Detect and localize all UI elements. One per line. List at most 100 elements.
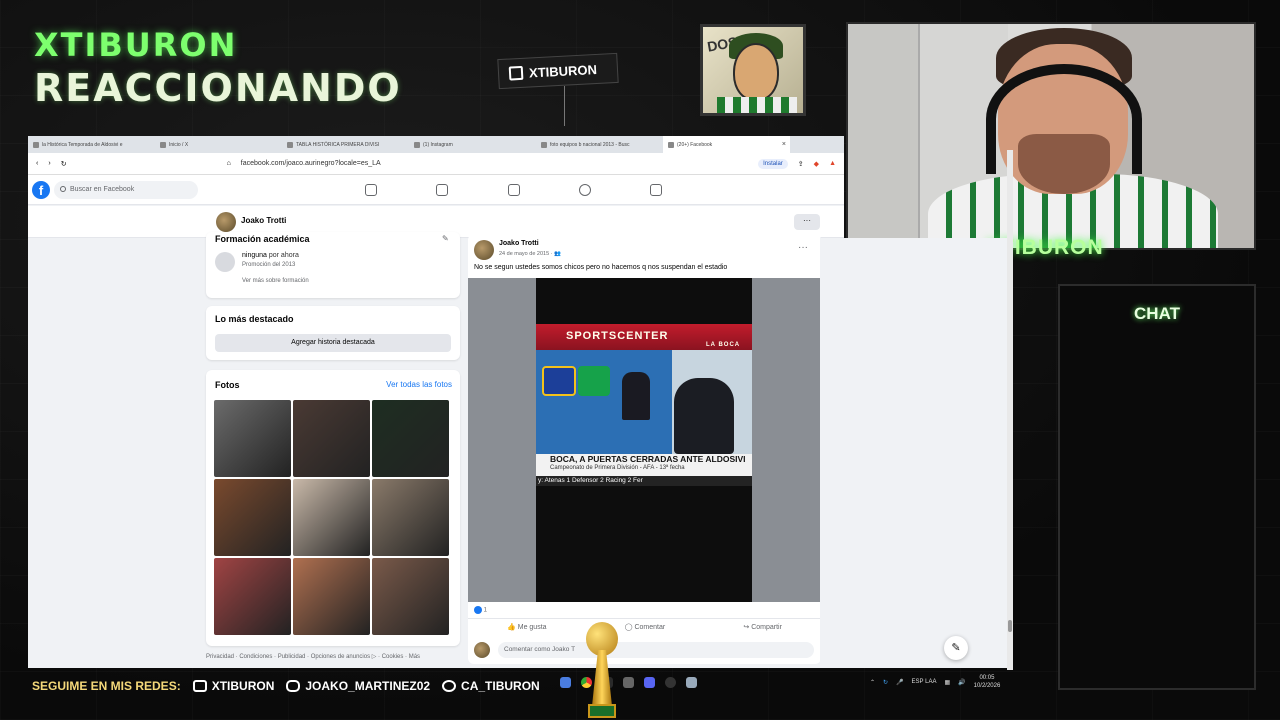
- reload-icon[interactable]: ↻: [61, 160, 67, 168]
- notepad-icon[interactable]: [686, 676, 697, 688]
- see-all-photos-link[interactable]: Ver todas las fotos: [386, 380, 452, 389]
- rewards-icon[interactable]: ▲: [829, 160, 836, 167]
- groups-icon[interactable]: [579, 184, 591, 196]
- twitch-icon: [508, 65, 524, 81]
- post-date[interactable]: 24 de mayo de 2015 · 👥: [499, 251, 561, 257]
- aldosivi-logo-icon: [578, 366, 610, 396]
- photo-thumbnail[interactable]: [214, 479, 291, 556]
- edit-icon[interactable]: ✎: [442, 234, 449, 243]
- photo-thumbnail[interactable]: [372, 558, 449, 635]
- comment-button[interactable]: ◯ Comentar: [625, 623, 666, 636]
- browser-tab[interactable]: Inicio / X: [155, 136, 282, 153]
- profile-avatar[interactable]: [216, 212, 236, 232]
- search-icon: [60, 186, 66, 192]
- sportscenter-banner: SPORTSCENTER LA BOCA: [536, 324, 752, 350]
- twitch-tag: XTIBURON: [497, 52, 619, 90]
- install-button[interactable]: Instalar: [758, 158, 788, 169]
- bookmark-icon[interactable]: ⌂: [227, 160, 231, 167]
- subheadline-text: Campeonato de Primera División - AFA - 1…: [550, 465, 685, 471]
- url-field[interactable]: facebook.com/joaco.aurinegro?locale=es_L…: [241, 160, 381, 167]
- discord-icon[interactable]: [644, 676, 655, 688]
- streamer-avatar-card: DOSIS: [700, 24, 806, 116]
- facebook-search-input[interactable]: Buscar en Facebook: [54, 181, 198, 199]
- instagram-text: JOAKO_MARTINEZ02: [305, 679, 431, 693]
- comment-label: Comentar: [634, 624, 666, 631]
- photo-thumbnail[interactable]: [372, 479, 449, 556]
- more-options-button[interactable]: ···: [794, 214, 820, 230]
- share-icon[interactable]: ⇪: [798, 160, 804, 168]
- app-icon[interactable]: [623, 676, 634, 688]
- photo-thumbnail[interactable]: [293, 479, 370, 556]
- marketplace-icon[interactable]: [508, 184, 520, 196]
- footer-links[interactable]: Privacidad · Condiciones · Publicidad · …: [206, 653, 420, 660]
- like-button[interactable]: 👍 Me gusta: [507, 623, 546, 636]
- scrollbar-thumb[interactable]: [1008, 620, 1012, 632]
- photo-thumbnail[interactable]: [214, 558, 291, 635]
- education-item-title: ninguna: [242, 252, 267, 259]
- tab-favicon-icon: [668, 141, 674, 148]
- youtube-handle: XTIBURON: [192, 679, 274, 693]
- post-author-avatar[interactable]: [474, 240, 494, 260]
- new-message-button[interactable]: ✎: [944, 636, 968, 660]
- tab-favicon-icon: [541, 141, 547, 148]
- close-tab-icon[interactable]: ×: [782, 141, 786, 148]
- twitter-text: CA_TIBURON: [461, 679, 540, 693]
- browser-tab[interactable]: foto equipos b nacional 2013 - Busc: [536, 136, 663, 153]
- avatar-shirt: [717, 97, 797, 113]
- like-label: Me gusta: [517, 624, 547, 631]
- photos-card: Fotos Ver todas las fotos: [206, 370, 460, 646]
- post-actions: 👍 Me gusta ◯ Comentar ↪ Compartir: [468, 618, 821, 636]
- chat-panel: CHAT: [1058, 284, 1256, 690]
- network-icon[interactable]: ▦: [944, 679, 950, 686]
- volume-icon[interactable]: 🔊: [958, 679, 965, 686]
- photos-heading: Fotos: [215, 380, 240, 390]
- add-highlight-button[interactable]: Agregar historia destacada: [215, 334, 451, 352]
- post-author[interactable]: Joako Trotti: [499, 240, 539, 247]
- post-video[interactable]: SPORTSCENTER LA BOCA BOCA, A PUERTAS CER…: [468, 278, 821, 602]
- photo-thumbnail[interactable]: [214, 400, 291, 477]
- home-icon[interactable]: [365, 184, 377, 196]
- photo-thumbnail[interactable]: [293, 558, 370, 635]
- reaction-summary[interactable]: 1: [474, 606, 487, 614]
- page-scrollbar[interactable]: [1007, 150, 1013, 670]
- tab-favicon-icon: [287, 141, 293, 148]
- trophy-base: [588, 704, 616, 718]
- clock-time: 00:05: [979, 675, 995, 681]
- brave-shield-icon[interactable]: ◆: [814, 160, 819, 168]
- photo-thumbnail[interactable]: [293, 400, 370, 477]
- comment-input[interactable]: Comentar como Joako T: [498, 642, 814, 658]
- browser-tab[interactable]: (20+) Facebook ×: [663, 136, 790, 153]
- language-indicator[interactable]: ESP LAA: [912, 679, 937, 685]
- forward-icon[interactable]: ›: [48, 160, 50, 167]
- post-date-text: 24 de mayo de 2015 ·: [499, 251, 555, 257]
- facebook-logo-icon[interactable]: f: [32, 181, 50, 199]
- back-icon[interactable]: ‹: [36, 160, 38, 167]
- gaming-icon[interactable]: [650, 184, 662, 196]
- browser-tab[interactable]: (1) Instagram: [409, 136, 536, 153]
- score-ticker: y: Atenas 1 Defensor 2 Racing 2 Fer: [536, 476, 752, 486]
- photo-thumbnail[interactable]: [372, 400, 449, 477]
- tab-label: (1) Instagram: [423, 141, 453, 148]
- tab-label: foto equipos b nacional 2013 - Busc: [550, 141, 630, 148]
- education-more-link[interactable]: Ver más sobre formación: [242, 278, 309, 284]
- like-reaction-icon: [474, 606, 482, 614]
- post-options-button[interactable]: ···: [798, 242, 808, 253]
- tray-up-icon[interactable]: ⌃: [870, 679, 875, 686]
- instagram-handle: JOAKO_MARTINEZ02: [286, 679, 430, 693]
- location-text: LA BOCA: [706, 342, 741, 348]
- obs-icon[interactable]: [665, 676, 676, 688]
- tab-label: TABLA HISTÓRICA PRIMERA DIVISI: [296, 141, 380, 148]
- profile-name[interactable]: Joako Trotti: [241, 216, 286, 225]
- instagram-icon: [286, 680, 301, 692]
- share-button[interactable]: ↪ Compartir: [743, 623, 782, 636]
- mic-icon[interactable]: 🎤: [896, 679, 903, 686]
- clock[interactable]: 00:05 10/2/2026: [974, 674, 1001, 690]
- friends-icon: 👥: [554, 251, 561, 257]
- video-icon[interactable]: [436, 184, 448, 196]
- browser-tab[interactable]: TABLA HISTÓRICA PRIMERA DIVISI: [282, 136, 409, 153]
- app-icon[interactable]: [560, 676, 571, 688]
- browser-tab[interactable]: la Histórica Temporada de Aldosivi e: [28, 136, 155, 153]
- education-item-suffix: por ahora: [268, 252, 299, 259]
- tray-app-icon[interactable]: ↻: [883, 679, 888, 686]
- video-frame[interactable]: SPORTSCENTER LA BOCA BOCA, A PUERTAS CER…: [536, 278, 752, 602]
